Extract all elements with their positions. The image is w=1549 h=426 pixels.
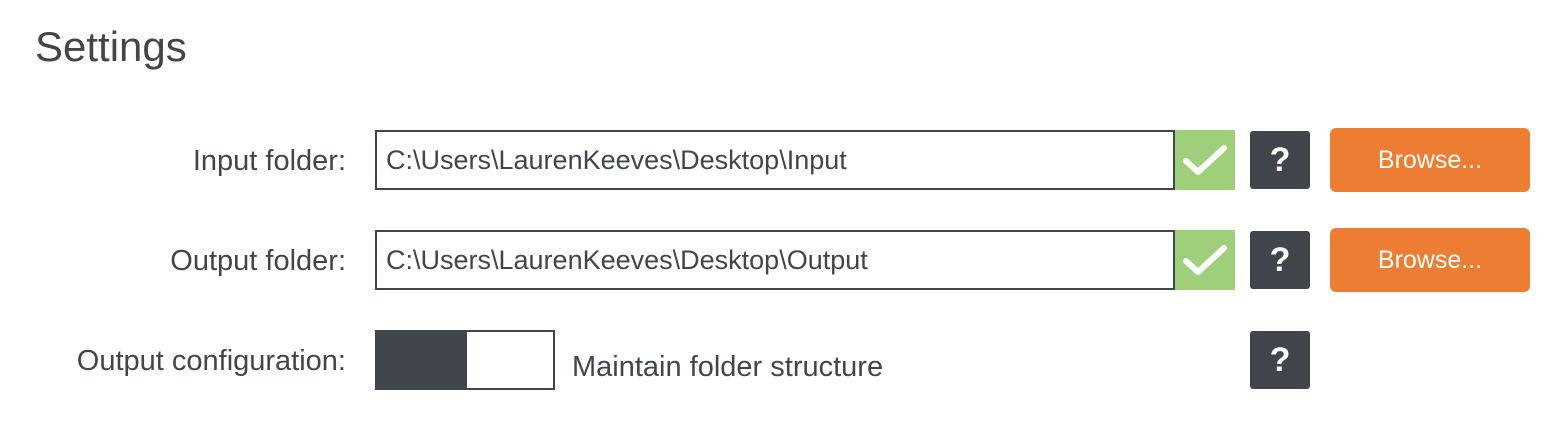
toggle-knob bbox=[377, 332, 467, 388]
input-folder-help-button[interactable]: ? bbox=[1250, 131, 1310, 189]
checkmark-icon bbox=[1183, 145, 1227, 175]
output-configuration-label: Output configuration: bbox=[76, 345, 346, 377]
output-folder-help-button[interactable]: ? bbox=[1250, 231, 1310, 289]
input-folder-browse-button[interactable]: Browse... bbox=[1330, 128, 1530, 192]
checkmark-icon bbox=[1183, 245, 1227, 275]
input-folder-valid-indicator bbox=[1175, 130, 1235, 190]
settings-page: Settings Input folder: C:\Users\LaurenKe… bbox=[0, 0, 1549, 426]
output-folder-label: Output folder: bbox=[170, 245, 346, 277]
input-folder-label: Input folder: bbox=[192, 145, 346, 177]
input-folder-field[interactable]: C:\Users\LaurenKeeves\Desktop\Input bbox=[375, 130, 1175, 190]
output-folder-valid-indicator bbox=[1175, 230, 1235, 290]
output-folder-field[interactable]: C:\Users\LaurenKeeves\Desktop\Output bbox=[375, 230, 1175, 290]
page-title: Settings bbox=[35, 23, 187, 70]
output-configuration-help-button[interactable]: ? bbox=[1250, 331, 1310, 389]
maintain-folder-structure-label: Maintain folder structure bbox=[572, 351, 884, 383]
maintain-folder-structure-toggle[interactable] bbox=[375, 330, 555, 390]
output-folder-browse-button[interactable]: Browse... bbox=[1330, 228, 1530, 292]
